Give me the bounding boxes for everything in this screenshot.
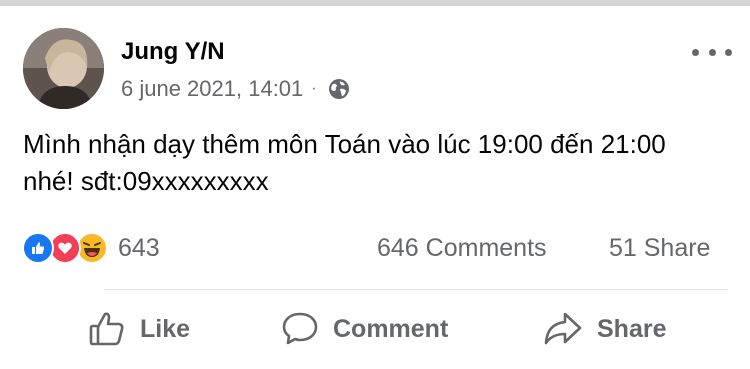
thumbs-up-icon <box>89 312 124 346</box>
share-arrow-icon <box>544 312 582 345</box>
comments-count-link[interactable]: 646 Comments <box>377 232 547 264</box>
more-options-button[interactable] <box>692 38 732 66</box>
shares-count-link[interactable]: 51 Share <box>609 232 710 264</box>
share-button-label: Share <box>597 314 667 343</box>
more-dot-icon <box>692 48 699 56</box>
stats-divider <box>104 289 728 290</box>
avatar[interactable] <box>23 28 104 109</box>
post-text: Mình nhận dạy thêm môn Toán vào lúc 19:0… <box>23 129 666 196</box>
comment-bubble-icon <box>282 312 318 345</box>
comment-button[interactable]: Comment <box>281 306 448 352</box>
like-button-label: Like <box>140 314 191 343</box>
like-reaction-icon <box>22 232 54 264</box>
meta-separator: · <box>311 80 317 97</box>
avatar-photo <box>23 28 104 109</box>
post-timestamp[interactable]: 6 june 2021, 14:01 <box>121 76 303 102</box>
globe-icon <box>328 79 349 99</box>
reactions-summary[interactable]: 643 <box>22 230 160 266</box>
more-dot-icon <box>708 48 716 56</box>
more-dot-icon <box>725 48 732 56</box>
share-button[interactable]: Share <box>543 306 666 352</box>
reactions-count: 643 <box>118 233 160 262</box>
comment-button-label: Comment <box>333 314 449 343</box>
like-button[interactable]: Like <box>88 306 190 352</box>
post-meta: 6 june 2021, 14:01 · <box>121 74 351 104</box>
author-name[interactable]: Jung Y/N <box>121 38 225 66</box>
top-separator-band <box>0 0 750 6</box>
